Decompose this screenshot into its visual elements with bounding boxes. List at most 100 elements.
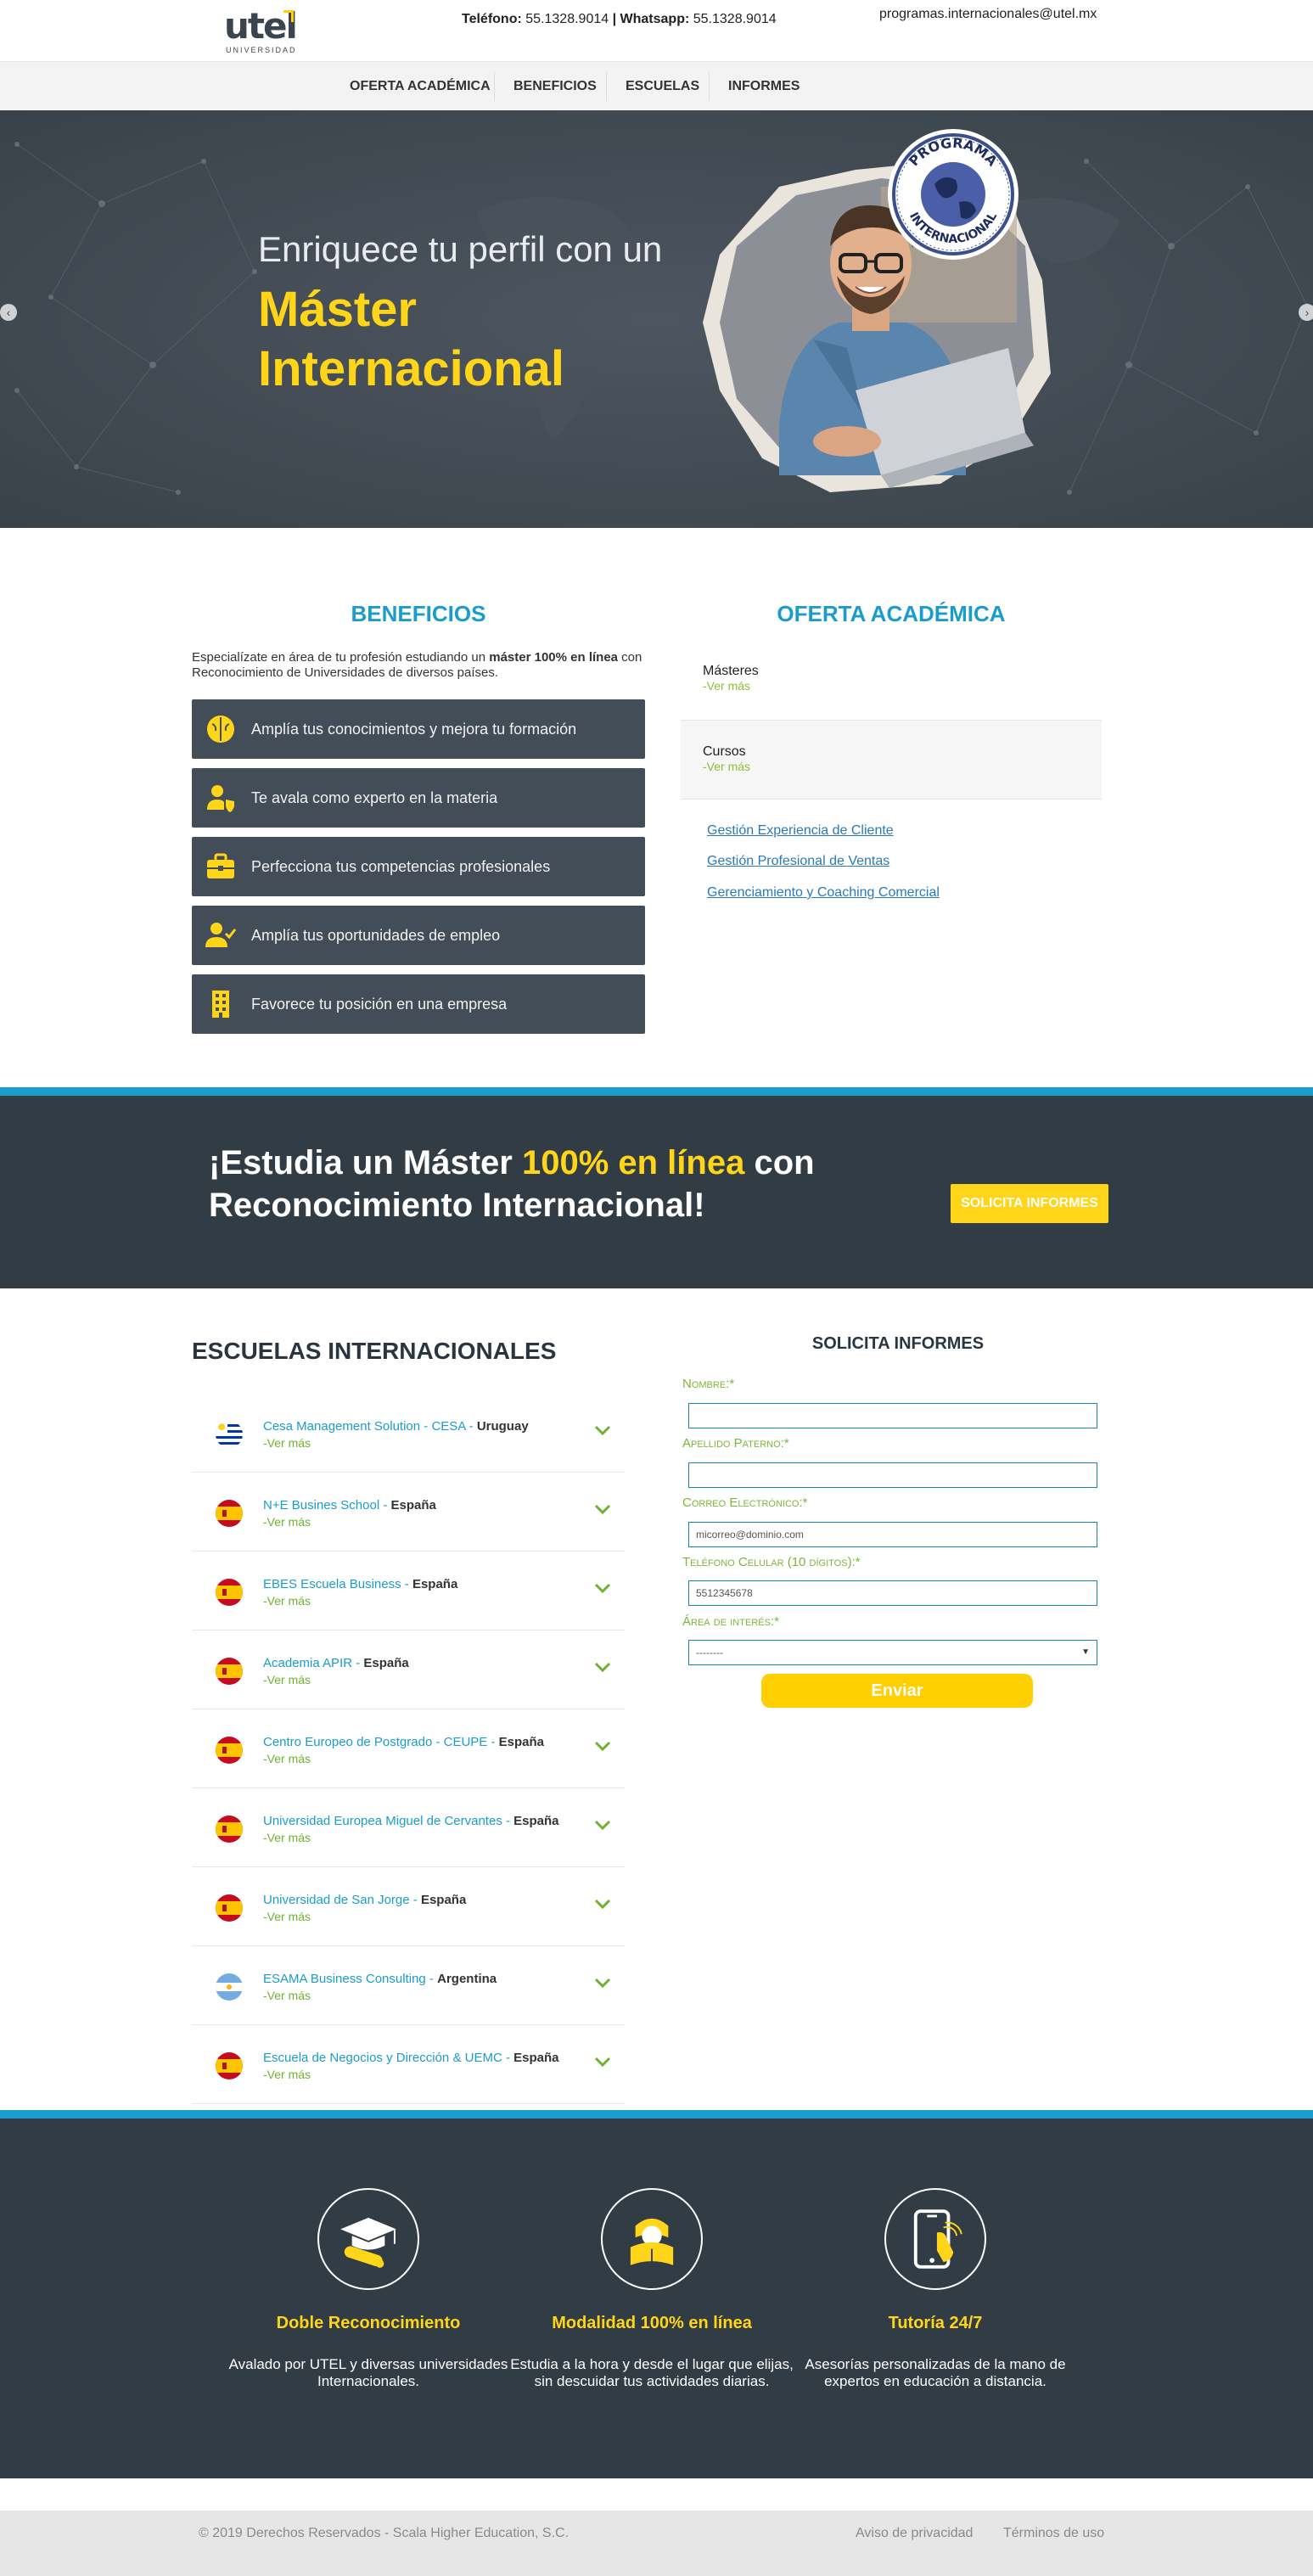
school-title: Centro Europeo de Postgrado - CEUPE bbox=[263, 1735, 488, 1749]
nav-beneficios[interactable]: BENEFICIOS bbox=[495, 62, 615, 111]
school-title: EBES Escuela Business bbox=[263, 1577, 401, 1591]
school-ver-mas-link[interactable]: -Ver más bbox=[263, 1752, 311, 1765]
school-ver-mas-link[interactable]: -Ver más bbox=[263, 1515, 311, 1529]
flag-spain-icon bbox=[216, 1579, 243, 1606]
features-section: Doble Reconocimiento Avalado por UTEL y … bbox=[0, 2119, 1313, 2478]
oferta-category-cursos[interactable]: Cursos -Ver más bbox=[681, 720, 1102, 800]
chevron-down-icon[interactable] bbox=[594, 2056, 611, 2068]
oferta-category-name: Másteres bbox=[703, 664, 759, 678]
school-item[interactable]: Universidad Europea Miguel de Cervantes … bbox=[192, 1788, 625, 1867]
school-item[interactable]: ESAMA Business Consulting - Argentina -Ve… bbox=[192, 1946, 625, 2025]
chevron-down-icon[interactable] bbox=[594, 1740, 611, 1752]
chevron-down-icon[interactable] bbox=[594, 1503, 611, 1515]
school-item[interactable]: Cesa Management Solution - CESA - Urugua… bbox=[192, 1394, 625, 1473]
school-dash: - bbox=[352, 1656, 364, 1670]
user-check-icon bbox=[205, 923, 236, 947]
school-title: Universidad Europea Miguel de Cervantes bbox=[263, 1814, 502, 1828]
school-item[interactable]: Escuela de Negocios y Dirección & UEMC -… bbox=[192, 2025, 625, 2104]
school-dash: - bbox=[401, 1577, 412, 1591]
school-ver-mas-link[interactable]: -Ver más bbox=[263, 1594, 311, 1608]
email-field[interactable]: micorreo@dominio.com bbox=[688, 1522, 1097, 1547]
slider-prev-arrow-icon[interactable]: ‹ bbox=[0, 304, 17, 321]
oferta-title: OFERTA ACADÉMICA bbox=[777, 601, 1006, 626]
footer: © 2019 Derechos Reservados - Scala Highe… bbox=[0, 2511, 1313, 2576]
school-ver-mas-link[interactable]: -Ver más bbox=[263, 2068, 311, 2081]
hero-heading-highlight: Máster Internacional bbox=[258, 282, 564, 396]
school-name: Universidad Europea Miguel de Cervantes … bbox=[263, 1814, 559, 1828]
phone-value[interactable]: 55.1328.9014 bbox=[525, 12, 609, 26]
cta-banner: ¡Estudia un Máster 100% en línea con Rec… bbox=[0, 1096, 1313, 1288]
whatsapp-label: Whatsapp: bbox=[620, 12, 690, 26]
banner-heading: ¡Estudia un Máster 100% en línea con Rec… bbox=[209, 1142, 939, 1226]
school-ver-mas-link[interactable]: -Ver más bbox=[263, 1910, 311, 1923]
chevron-down-icon[interactable] bbox=[594, 1819, 611, 1831]
school-ver-mas-link[interactable]: -Ver más bbox=[263, 1673, 311, 1686]
flag-spain-icon bbox=[216, 1500, 243, 1527]
oferta-ver-mas-link[interactable]: -Ver más bbox=[703, 679, 750, 693]
school-title: Escuela de Negocios y Dirección & UEMC bbox=[263, 2051, 502, 2065]
programa-internacional-badge: PROGRAMA INTERNACIONAL bbox=[888, 129, 1018, 260]
benefit-item: Perfecciona tus competencias profesional… bbox=[192, 837, 645, 896]
school-country: España bbox=[420, 1893, 467, 1907]
school-item[interactable]: Centro Europeo de Postgrado - CEUPE - Es… bbox=[192, 1709, 625, 1788]
course-link[interactable]: Gestión Experiencia de Cliente bbox=[707, 823, 894, 839]
school-ver-mas-link[interactable]: -Ver más bbox=[263, 1831, 311, 1844]
school-country: España bbox=[390, 1498, 436, 1512]
briefcase-icon bbox=[207, 853, 234, 878]
nav-oferta-academica[interactable]: OFERTA ACADÉMICA bbox=[331, 62, 509, 111]
oferta-category-masteres[interactable]: Másteres -Ver más bbox=[681, 640, 1102, 720]
school-country: España bbox=[513, 2051, 559, 2065]
oferta-ver-mas-link[interactable]: -Ver más bbox=[703, 760, 750, 773]
school-ver-mas-link[interactable]: -Ver más bbox=[263, 1436, 311, 1450]
chevron-down-icon[interactable] bbox=[594, 1582, 611, 1594]
chevron-down-icon[interactable] bbox=[594, 1898, 611, 1910]
chevron-down-icon[interactable] bbox=[594, 1424, 611, 1436]
features-accent-stripe bbox=[0, 2110, 1313, 2119]
chevron-down-icon[interactable] bbox=[594, 1661, 611, 1673]
school-title: Academia APIR bbox=[263, 1656, 353, 1670]
telefono-field[interactable]: 5512345678 bbox=[688, 1580, 1097, 1606]
flag-spain-icon bbox=[216, 1658, 243, 1685]
nav-escuelas[interactable]: ESCUELAS bbox=[607, 62, 718, 111]
school-country: España bbox=[363, 1656, 409, 1670]
footer-copyright: © 2019 Derechos Reservados - Scala Highe… bbox=[199, 2526, 570, 2540]
utel-logo[interactable]: utel UNIVERSIDAD bbox=[224, 7, 300, 55]
school-item[interactable]: N+E Busines School - España -Ver más bbox=[192, 1473, 625, 1552]
logo-accent-icon bbox=[283, 10, 294, 22]
course-link[interactable]: Gestión Profesional de Ventas bbox=[707, 854, 889, 869]
area-interes-value: -------- bbox=[696, 1647, 723, 1658]
contact-separator: | bbox=[612, 12, 617, 26]
apellido-label: Apellido Paterno:* bbox=[682, 1436, 789, 1451]
benefit-label: Perfecciona tus competencias profesional… bbox=[251, 858, 551, 875]
slider-next-arrow-icon[interactable]: › bbox=[1299, 304, 1313, 321]
student-reading-icon bbox=[601, 2188, 703, 2290]
privacy-link[interactable]: Aviso de privacidad bbox=[856, 2526, 973, 2541]
whatsapp-value[interactable]: 55.1328.9014 bbox=[693, 12, 777, 26]
nav-informes[interactable]: INFORMES bbox=[710, 62, 818, 111]
school-ver-mas-link[interactable]: -Ver más bbox=[263, 1989, 311, 2002]
feature-title: Tutoría 24/7 bbox=[888, 2314, 983, 2332]
school-item[interactable]: EBES Escuela Business - España -Ver más bbox=[192, 1552, 625, 1630]
benefit-label: Te avala como experto en la materia bbox=[251, 789, 498, 806]
school-item[interactable]: Universidad de San Jorge - España -Ver má… bbox=[192, 1867, 625, 1946]
enviar-button[interactable]: Enviar bbox=[761, 1674, 1033, 1708]
contact-email[interactable]: programas.internacionales@utel.mx bbox=[879, 7, 1097, 22]
banner-text-highlight: 100% en línea bbox=[521, 1144, 745, 1181]
area-interes-label: Área de interés:* bbox=[682, 1614, 779, 1629]
nombre-field[interactable] bbox=[688, 1403, 1097, 1428]
area-interes-select[interactable]: -------- ▼ bbox=[688, 1640, 1097, 1665]
benefit-label: Favorece tu posición en una empresa bbox=[251, 996, 508, 1013]
telefono-label: Teléfono Celular (10 dígitos):* bbox=[682, 1555, 861, 1569]
school-name: Academia APIR - España bbox=[263, 1656, 409, 1670]
benefits-title: BENEFICIOS bbox=[351, 601, 486, 626]
course-link[interactable]: Gerenciamiento y Coaching Comercial bbox=[707, 885, 940, 901]
school-name: Centro Europeo de Postgrado - CEUPE - Es… bbox=[263, 1735, 544, 1749]
schools-title: ESCUELAS INTERNACIONALES bbox=[192, 1338, 557, 1364]
school-item[interactable]: Academia APIR - España -Ver más bbox=[192, 1630, 625, 1709]
feature-desc: Asesorías personalizadas de la mano de e… bbox=[805, 2356, 1066, 2389]
hero-heading-line1: Enriquece tu perfil con un bbox=[258, 229, 663, 269]
apellido-field[interactable] bbox=[688, 1462, 1097, 1488]
solicita-informes-button[interactable]: SOLICITA INFORMES bbox=[951, 1184, 1108, 1223]
chevron-down-icon[interactable] bbox=[594, 1977, 611, 1989]
terms-link[interactable]: Términos de uso bbox=[1003, 2526, 1104, 2541]
